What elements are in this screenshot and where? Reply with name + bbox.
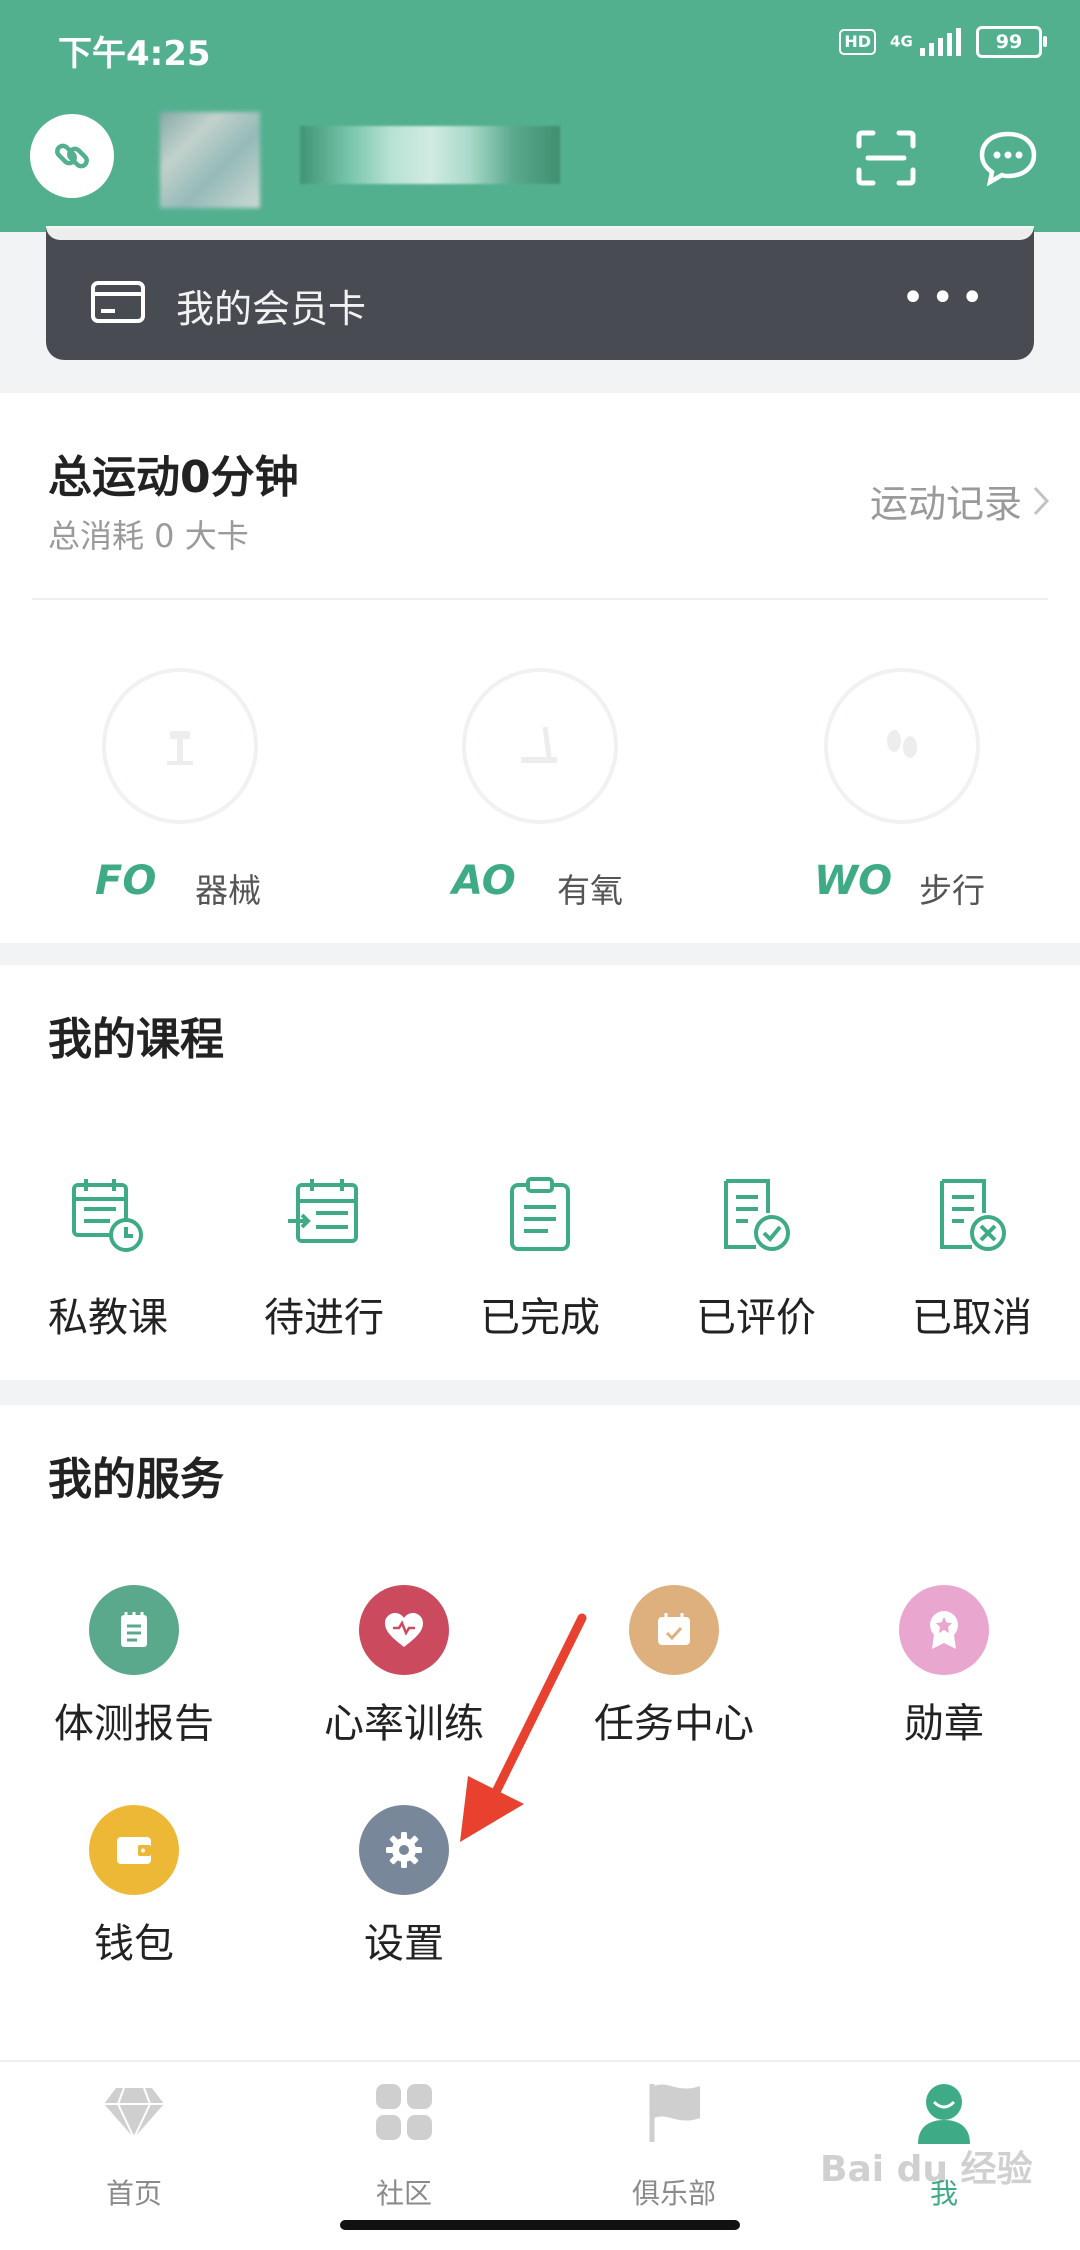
course-label: 待进行 [264, 1295, 384, 1341]
exercise-calories: 总消耗 0 大卡 [48, 517, 249, 555]
treadmill-icon [521, 726, 557, 763]
flag-icon [649, 2084, 700, 2142]
status-time: 下午4:25 [58, 34, 211, 74]
service-medals[interactable]: 勋章 [824, 1585, 1064, 1747]
tab-label: 俱乐部 [631, 2177, 716, 2210]
dumbbell-icon [167, 731, 193, 765]
document-cancel-icon [940, 1179, 1006, 1251]
person-icon [918, 2084, 970, 2144]
message-button[interactable] [978, 130, 1038, 190]
hd-badge: HD [839, 29, 877, 55]
link-button[interactable] [30, 114, 114, 198]
equipment-ring [102, 668, 258, 824]
course-completed[interactable]: 已完成 [460, 1175, 620, 1341]
tab-club[interactable]: 俱乐部 [574, 2080, 774, 2210]
calendar-clock-icon [72, 1179, 143, 1252]
tab-label: 社区 [375, 2177, 432, 2210]
exercise-record-label: 运动记录 [869, 482, 1022, 526]
document-check-icon [724, 1179, 790, 1251]
chevron-right-icon [1033, 486, 1050, 515]
report-icon [89, 1585, 179, 1675]
exercise-item-equipment[interactable]: FO 器械 [30, 668, 330, 910]
course-private[interactable]: 私教课 [28, 1175, 188, 1341]
red-arrow-annotation [460, 1613, 587, 1842]
grid-icon [376, 2084, 432, 2140]
gear-icon [359, 1805, 449, 1895]
home-indicator[interactable] [340, 2220, 740, 2230]
service-label: 设置 [364, 1921, 444, 1967]
service-label: 体测报告 [54, 1701, 214, 1747]
user-name-blurred [300, 126, 560, 184]
exercise-item-walking[interactable]: WO 步行 [752, 668, 1052, 910]
exercise-item-aerobic[interactable]: AO 有氧 [390, 668, 690, 910]
exercise-summary: 总运动0分钟 总消耗 0 大卡 运动记录 FO 器械 AO 有氧 WO 步行 [0, 393, 1080, 943]
avatar[interactable] [160, 112, 260, 208]
service-label: 勋章 [904, 1701, 984, 1747]
medal-icon [899, 1585, 989, 1675]
link-icon [55, 143, 89, 169]
chat-bubble-icon [979, 131, 1037, 187]
exercise-code: FO [95, 858, 157, 904]
battery-icon: 99 [976, 26, 1047, 58]
card-stack-edge [46, 226, 1034, 240]
scan-button[interactable] [856, 130, 916, 190]
heart-rate-icon [359, 1585, 449, 1675]
app-header: 下午4:25 HD 4G 99 [0, 0, 1080, 232]
course-label: 已取消 [912, 1295, 1032, 1341]
task-calendar-icon [629, 1585, 719, 1675]
wallet-icon [89, 1805, 179, 1895]
baidu-watermark: Bai du 经验 [820, 2149, 1033, 2190]
tab-community[interactable]: 社区 [304, 2080, 504, 2210]
exercise-record-link[interactable]: 运动记录 [870, 473, 1050, 528]
course-reviewed[interactable]: 已评价 [676, 1175, 836, 1341]
clipboard-list-icon [510, 1177, 570, 1251]
exercise-name: 有氧 [557, 871, 623, 910]
service-body-report[interactable]: 体测报告 [14, 1585, 254, 1747]
section-title: 我的课程 [48, 1014, 224, 1065]
service-wallet[interactable]: 钱包 [14, 1805, 254, 1967]
exercise-code: AO [452, 858, 516, 904]
more-icon[interactable]: ••• [901, 278, 990, 318]
tab-home[interactable]: 首页 [34, 2080, 234, 2210]
course-label: 私教课 [48, 1295, 168, 1341]
exercise-name: 步行 [919, 871, 985, 910]
section-title: 我的服务 [48, 1454, 224, 1505]
my-courses-section: 我的课程 私教课 待进行 已完成 已评价 已取消 [0, 965, 1080, 1380]
aerobic-ring [462, 668, 618, 824]
calendar-arrow-icon [288, 1179, 358, 1243]
service-label: 钱包 [94, 1921, 174, 1967]
tab-label: 首页 [105, 2177, 162, 2210]
course-label: 已完成 [480, 1295, 600, 1341]
member-card-label: 我的会员卡 [176, 287, 367, 331]
scan-icon [856, 130, 916, 186]
diamond-icon [104, 2087, 164, 2141]
status-icons: HD 4G 99 [839, 26, 1047, 58]
divider [32, 598, 1048, 600]
walking-ring [824, 668, 980, 824]
network-type: 4G [890, 32, 913, 51]
exercise-code: WO [814, 858, 893, 904]
member-card[interactable]: 我的会员卡 ••• [46, 228, 1034, 360]
card-icon [91, 281, 145, 323]
exercise-total-title: 总运动0分钟 [48, 452, 299, 503]
course-cancelled[interactable]: 已取消 [892, 1175, 1052, 1341]
signal-icon: 4G [890, 28, 962, 56]
footprints-icon [887, 730, 917, 758]
course-upcoming[interactable]: 待进行 [244, 1175, 404, 1341]
course-label: 已评价 [696, 1295, 816, 1341]
exercise-name: 器械 [195, 871, 261, 910]
